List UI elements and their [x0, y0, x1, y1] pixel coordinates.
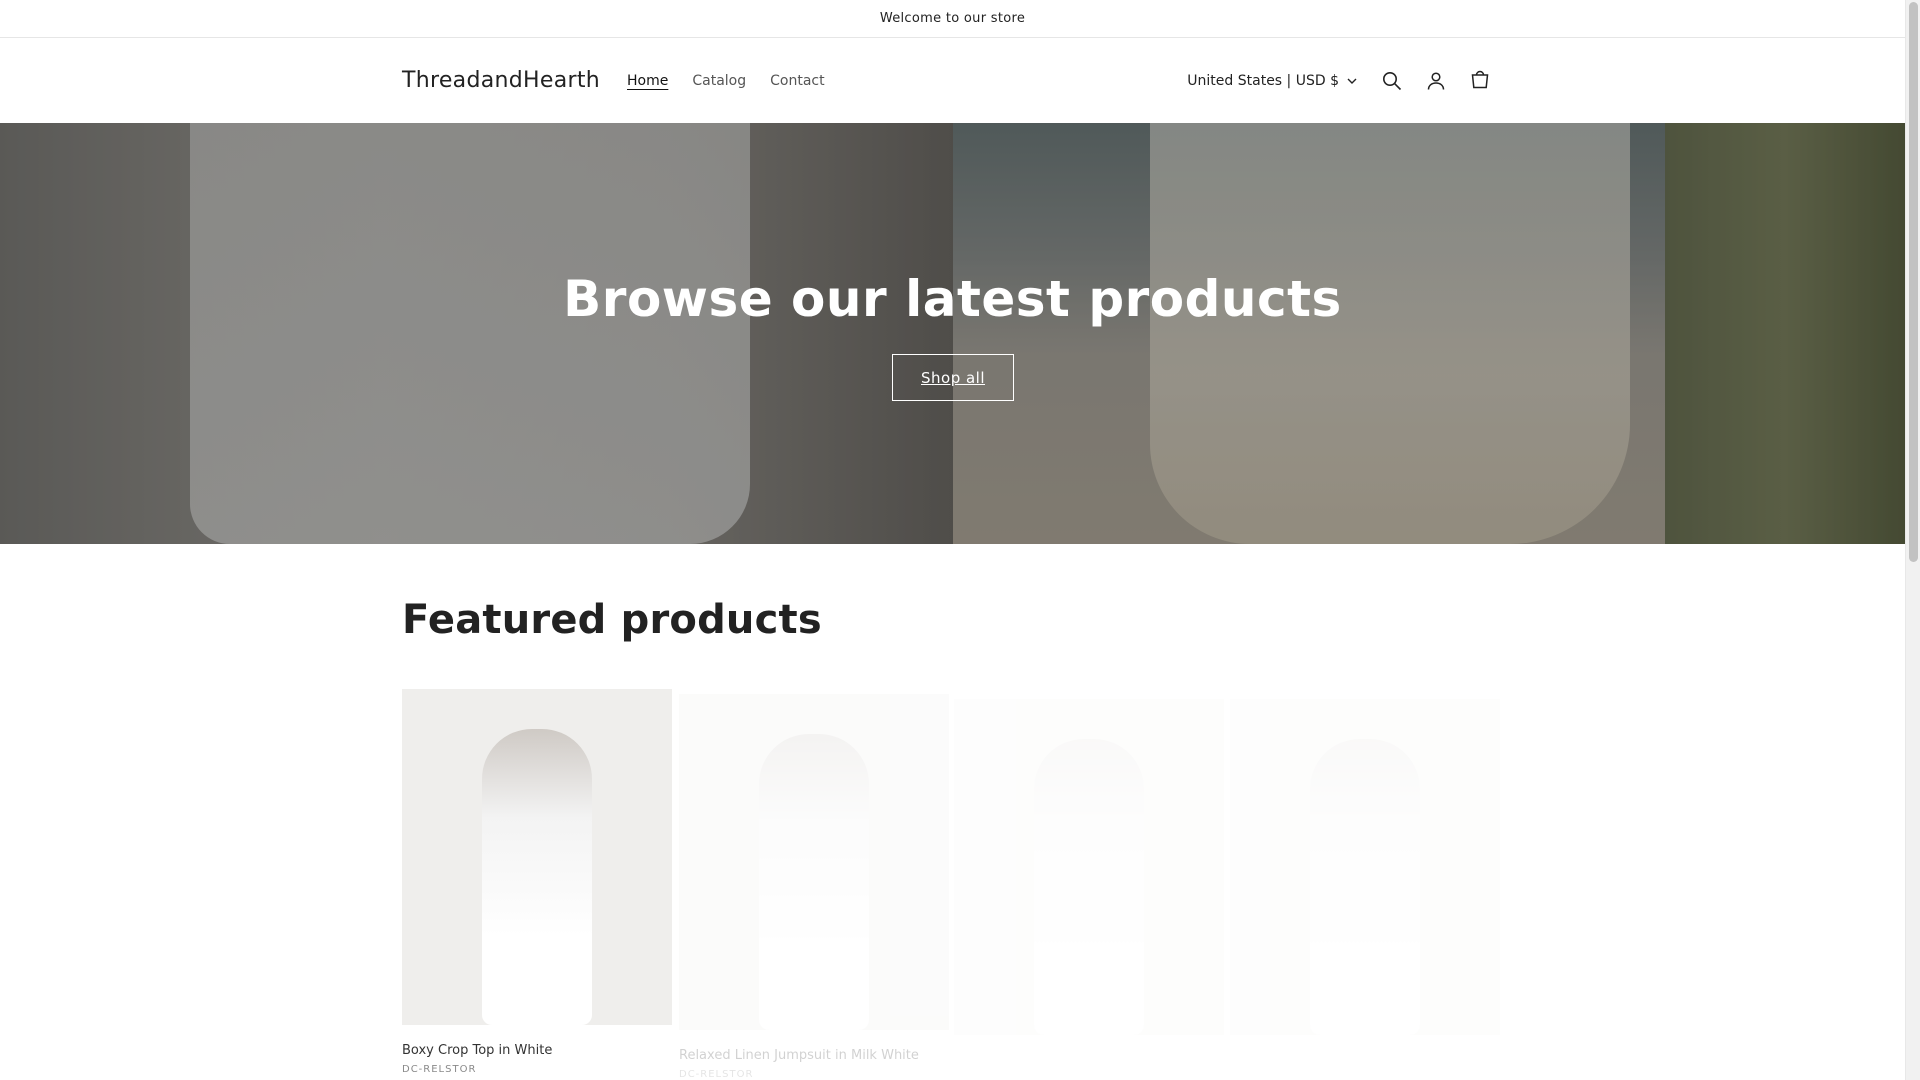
product-card[interactable] [954, 699, 1224, 1035]
search-icon[interactable] [1379, 68, 1405, 94]
locale-label: United States | USD $ [1187, 72, 1339, 89]
product-image[interactable] [679, 694, 949, 1030]
product-name[interactable]: Relaxed Linen Jumpsuit in Milk White [679, 1048, 949, 1063]
product-figure [482, 729, 592, 1025]
product-image[interactable] [1230, 699, 1500, 1035]
hero-overlay [0, 123, 1905, 544]
locale-selector[interactable]: United States | USD $ [1187, 73, 1357, 89]
account-icon[interactable] [1423, 68, 1449, 94]
product-card[interactable] [1230, 699, 1500, 1035]
nav-catalog[interactable]: Catalog [692, 73, 746, 89]
nav-home[interactable]: Home [627, 73, 668, 89]
hero-title: Browse our latest products [563, 270, 1342, 328]
cart-icon[interactable] [1467, 68, 1493, 94]
main-nav: Home Catalog Contact [627, 73, 825, 89]
product-figure [1310, 739, 1420, 1035]
chevron-down-icon [1347, 78, 1357, 84]
featured-title: Featured products [402, 597, 822, 643]
announcement-bar: Welcome to our store [0, 0, 1905, 38]
product-card[interactable]: Boxy Crop Top in White DC-RELSTOR [402, 689, 672, 1075]
product-image[interactable] [402, 689, 672, 1025]
product-figure [1034, 739, 1144, 1035]
nav-contact[interactable]: Contact [770, 73, 824, 89]
header-actions: United States | USD $ [1187, 38, 1493, 123]
product-name[interactable]: Boxy Crop Top in White [402, 1043, 672, 1058]
product-figure [759, 734, 869, 1030]
product-image[interactable] [954, 699, 1224, 1035]
shop-all-button[interactable]: Shop all [892, 354, 1014, 401]
product-vendor: DC-RELSTOR [402, 1064, 477, 1075]
page-scrollbar[interactable] [1905, 0, 1920, 1080]
storefront-page: Welcome to our store ThreadandHearth Hom… [0, 0, 1905, 1080]
product-vendor: DC-RELSTOR [679, 1069, 754, 1080]
product-card[interactable]: Relaxed Linen Jumpsuit in Milk White DC-… [679, 694, 949, 1080]
scrollbar-thumb[interactable] [1909, 2, 1918, 562]
site-header: ThreadandHearth Home Catalog Contact Uni… [0, 38, 1905, 123]
hero-banner: Browse our latest products Shop all [0, 123, 1905, 544]
brand-logo-link[interactable]: ThreadandHearth [402, 68, 600, 93]
product-grid: Boxy Crop Top in White DC-RELSTOR Relaxe… [402, 689, 1502, 1080]
announcement-text: Welcome to our store [879, 11, 1026, 26]
